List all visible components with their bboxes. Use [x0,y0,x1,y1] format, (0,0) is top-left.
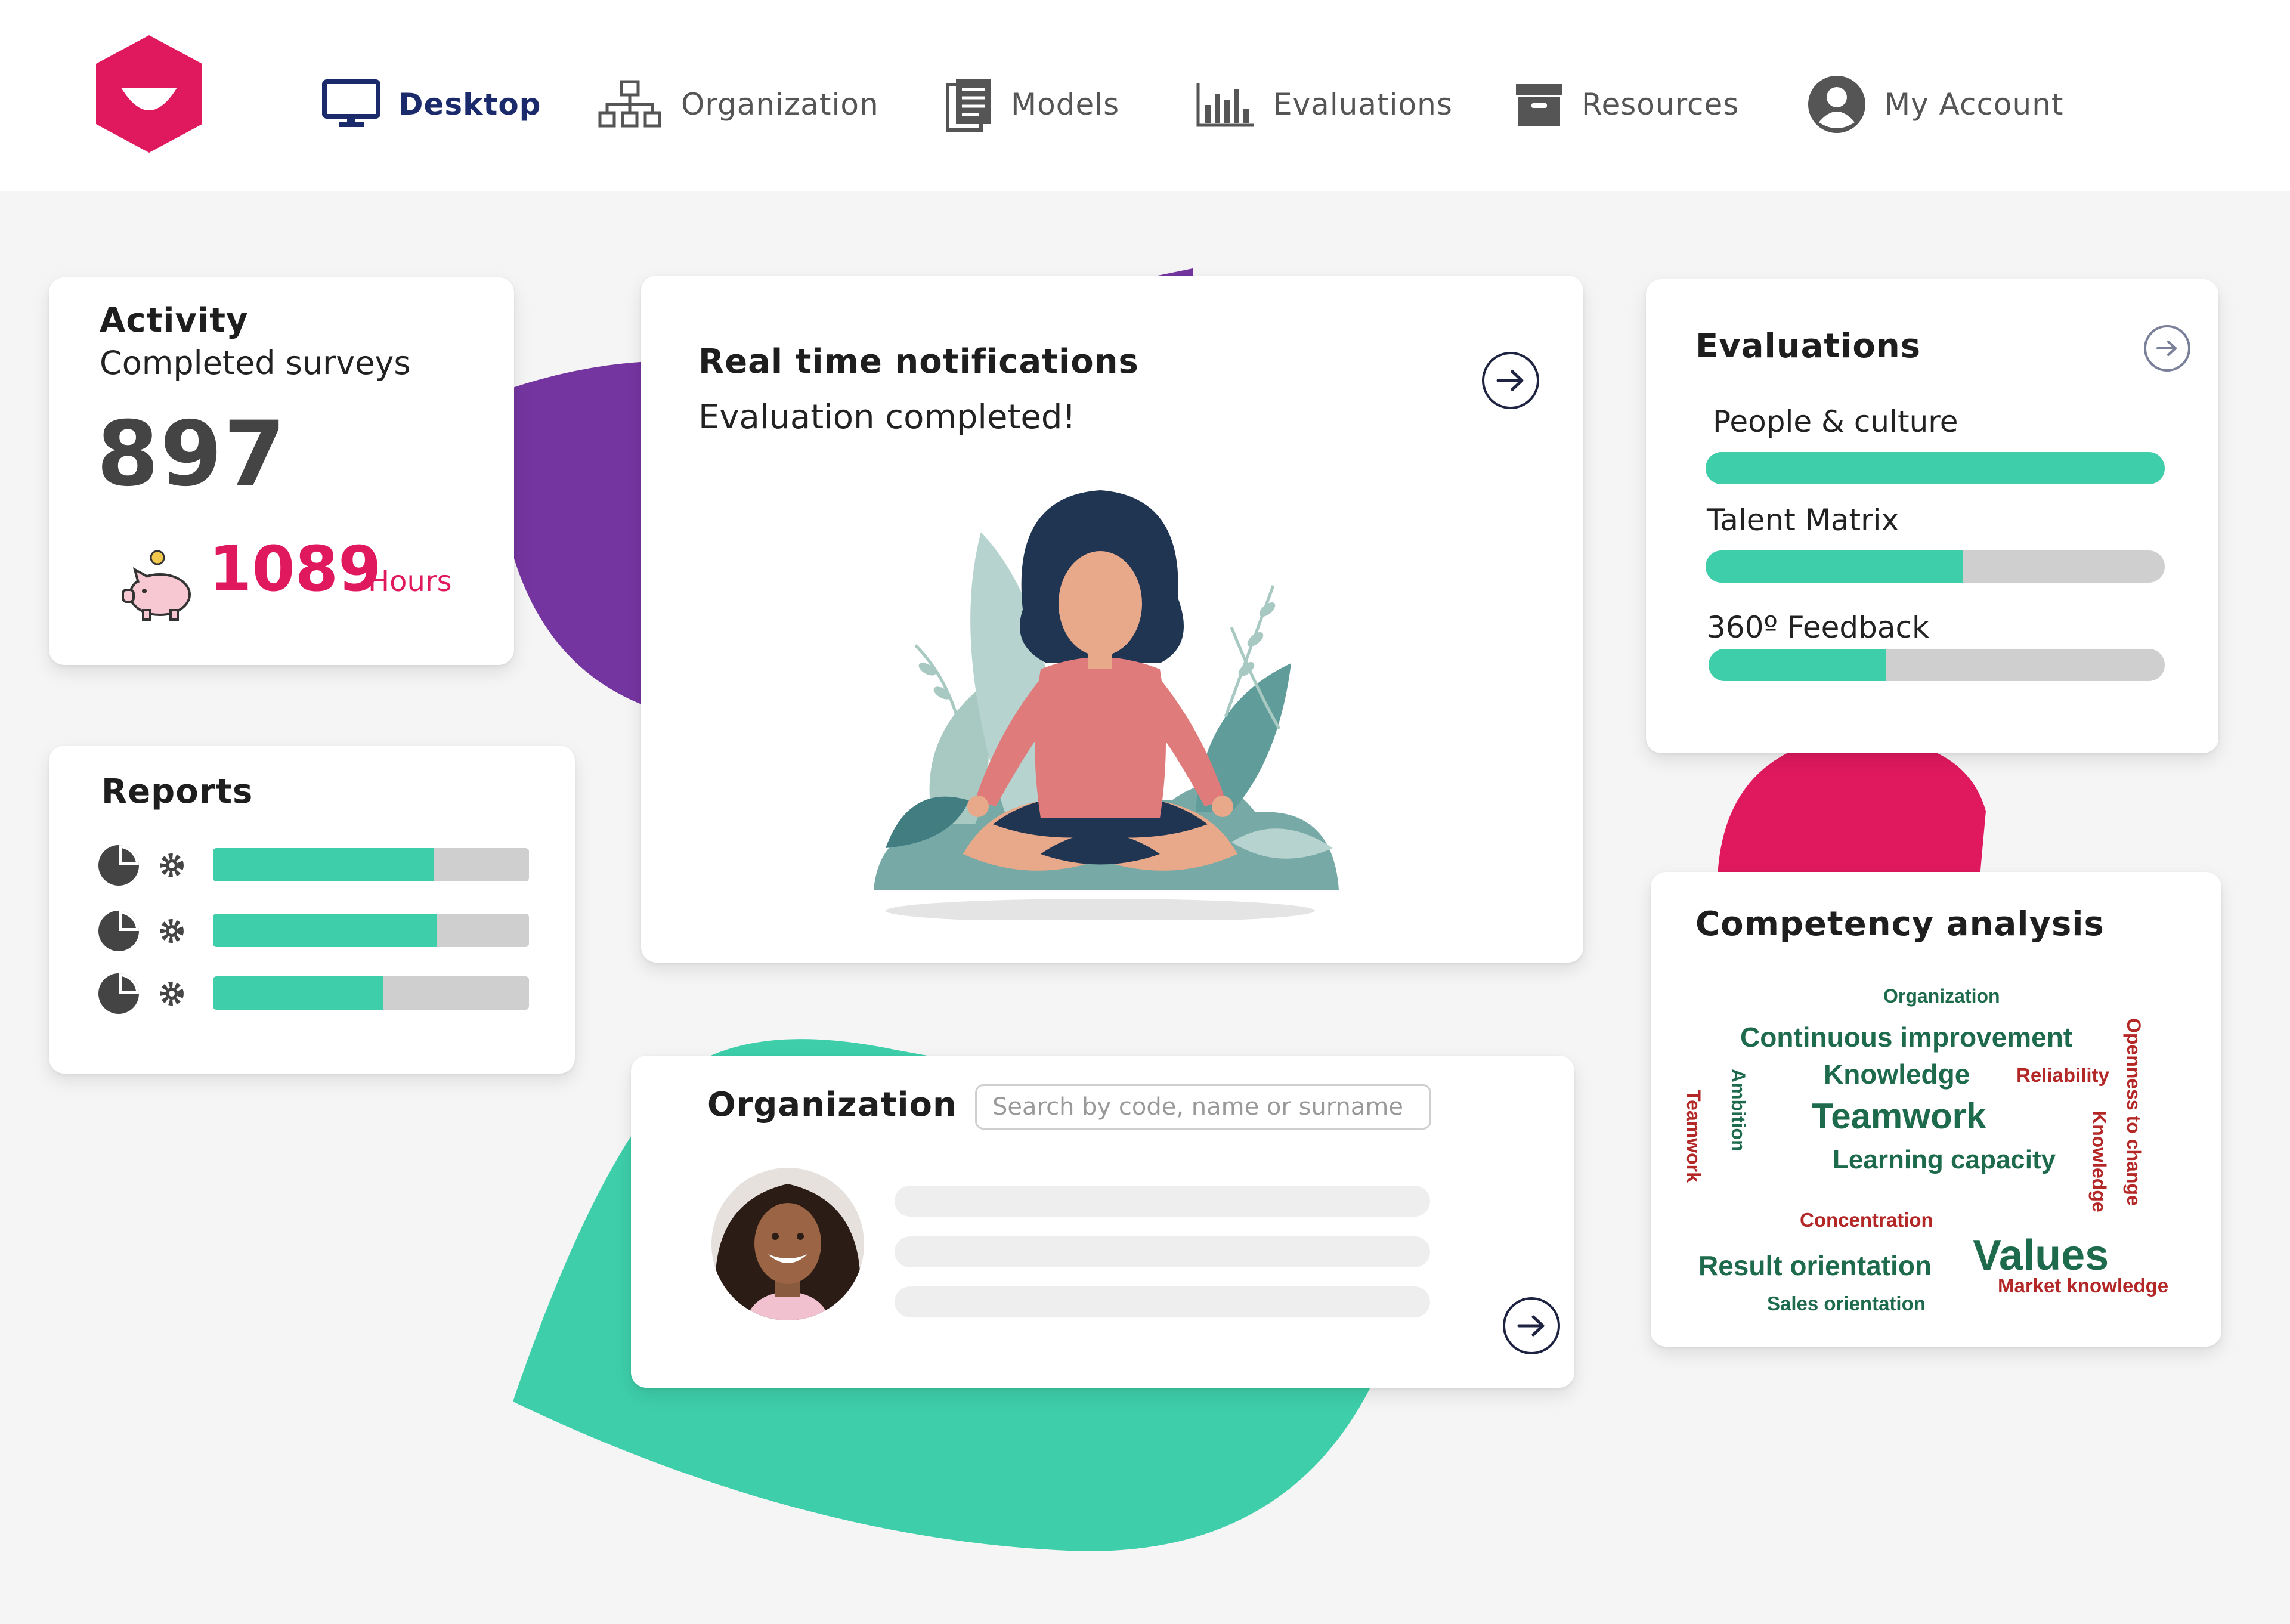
activity-subtitle: Completed surveys [100,344,411,382]
organization-title: Organization [707,1085,957,1124]
monitor-icon [322,79,380,127]
org-chart-icon [598,80,661,128]
hours-label: Hours [368,565,452,598]
organization-open-button[interactable] [1503,1297,1560,1354]
avatar[interactable] [710,1166,866,1322]
document-icon [946,79,991,132]
activity-title: Activity [100,301,249,340]
user-icon [1808,76,1865,133]
pie-chart-icon [98,911,139,951]
nav-desktop[interactable]: Desktop [322,72,541,137]
evaluations-card: Evaluations People & culture Talent Matr… [1646,279,2218,753]
word-cloud-term: Ambition [1728,1069,1749,1152]
evaluation-label: People & culture [1713,404,1958,439]
nav-resources-label: Resources [1582,87,1740,122]
nav-organization[interactable]: Organization [596,72,879,137]
reports-card: Reports [49,746,575,1074]
word-cloud-term: Market knowledge [1998,1275,2169,1297]
word-cloud-term: Concentration [1800,1209,1933,1231]
evaluation-progress-fill [1709,649,1887,681]
report-progress-fill [213,914,438,947]
arrow-right-icon [1517,1315,1545,1337]
nav-models[interactable]: Models [945,72,1119,137]
profile-placeholder-line [895,1286,1430,1317]
arrow-right-icon [1496,370,1524,391]
word-cloud-term: Teamwork [1812,1096,1986,1136]
word-cloud-term: Learning capacity [1833,1145,2056,1174]
meditation-illustration [874,490,1339,920]
hours-value: 1089 [209,533,382,605]
archive-icon [1516,84,1562,126]
organization-search-input[interactable] [975,1084,1431,1130]
evaluation-progress-bar [1706,452,2165,484]
report-row[interactable] [97,841,529,889]
nav-evaluations[interactable]: Evaluations [1196,72,1453,137]
evaluation-progress-fill [1706,452,2165,484]
word-cloud-term: Teamwork [1683,1090,1704,1183]
evaluation-progress-bar [1706,550,2165,583]
report-progress-fill [213,976,384,1010]
word-cloud-term: Knowledge [1824,1059,1970,1090]
nav-organization-label: Organization [681,87,879,122]
piggy-bank-icon [122,550,191,621]
gear-icon[interactable] [158,917,185,945]
activity-card: Activity Completed surveys 897 1089 Hour… [49,277,514,665]
report-row[interactable] [97,969,529,1017]
evaluations-open-button[interactable] [2144,325,2190,372]
profile-placeholder-line [895,1186,1430,1217]
reports-title: Reports [101,772,253,811]
gear-icon[interactable] [158,980,185,1007]
notification-message: Evaluation completed! [698,398,1076,437]
report-progress-bar [213,848,529,881]
word-cloud-term: Continuous improvement [1740,1022,2073,1053]
evaluations-title: Evaluations [1695,327,1921,366]
pie-chart-icon [98,845,139,886]
report-progress-bar [213,976,529,1010]
notifications-open-button[interactable] [1482,352,1539,409]
evaluation-progress-fill [1706,550,1963,583]
nav-resources[interactable]: Resources [1515,72,1739,137]
word-cloud-term: Values [1973,1232,2109,1279]
evaluation-progress-bar [1709,649,2165,681]
nav-my-account-label: My Account [1884,87,2064,122]
nav-desktop-label: Desktop [398,87,541,122]
report-progress-bar [213,914,529,947]
word-cloud-term: Knowledge [2088,1110,2110,1212]
word-cloud-term: Openness to change [2123,1018,2144,1206]
report-row[interactable] [97,907,529,954]
word-cloud-term: Result orientation [1698,1250,1932,1281]
gear-icon[interactable] [158,852,185,879]
bar-chart-icon [1196,83,1254,127]
word-cloud-term: Reliability [2016,1064,2109,1086]
word-cloud-term: Sales orientation [1767,1292,1926,1314]
nav-models-label: Models [1011,87,1120,122]
nav-my-account[interactable]: My Account [1807,72,2064,137]
completed-surveys-count: 897 [97,403,287,506]
report-progress-fill [213,848,434,881]
profile-placeholder-line [895,1236,1430,1267]
notifications-card: Real time notifications Evaluation compl… [641,276,1583,963]
pie-chart-icon [98,973,139,1014]
evaluation-label: Talent Matrix [1707,503,1899,537]
brand-logo[interactable] [92,33,206,155]
word-cloud-term: Organization [1883,985,2000,1007]
notifications-title: Real time notifications [698,342,1139,381]
competency-title: Competency analysis [1695,905,2105,944]
competency-analysis-card: Competency analysis Organization Continu… [1651,872,2221,1347]
nav-evaluations-label: Evaluations [1273,87,1453,122]
arrow-right-icon [2156,341,2177,356]
evaluation-label: 360º Feedback [1707,610,1929,645]
